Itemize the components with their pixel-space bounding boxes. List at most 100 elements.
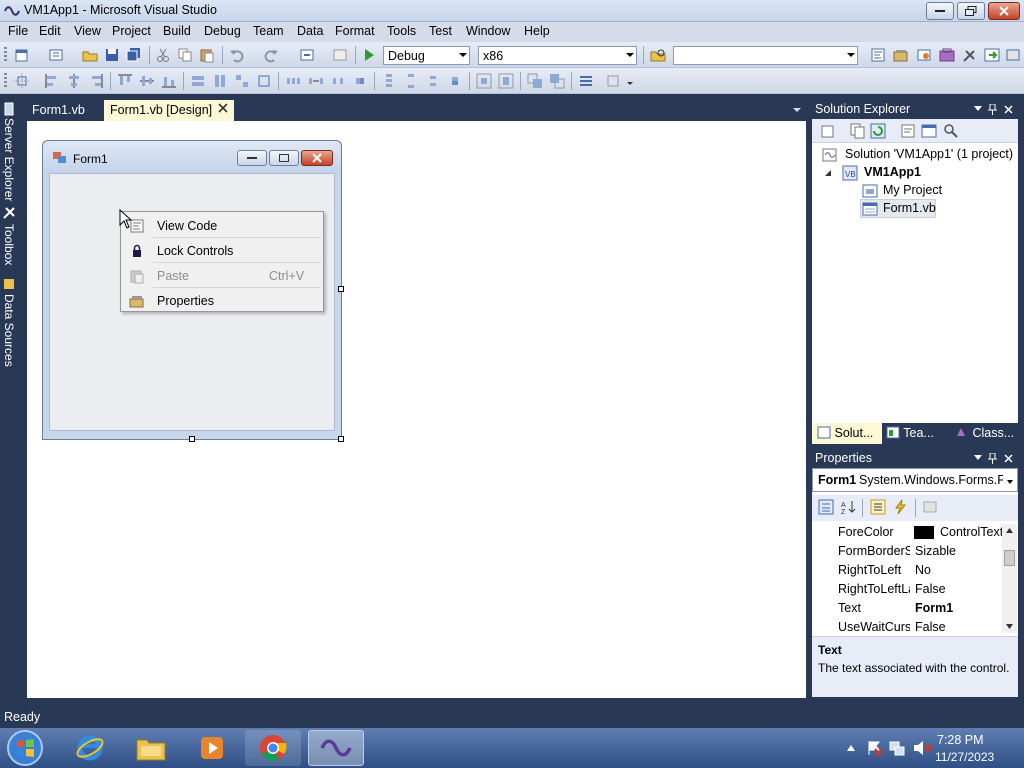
tree-item-solution[interactable]: Solution 'VM1App1' (1 project) [845,147,1013,161]
menu-test[interactable]: Test [429,24,452,38]
menu-project[interactable]: Project [112,24,151,38]
property-row-formborderstyle[interactable]: FormBorderStyle Sizable [812,542,1002,561]
pane-menu-icon[interactable] [974,106,982,112]
toolbox-tab[interactable]: Toolbox [2,224,16,272]
tab-order-icon[interactable] [578,73,594,89]
properties-view-icon[interactable] [870,499,886,515]
extension-icon[interactable] [1005,47,1021,63]
close-button[interactable] [988,2,1020,20]
form-close-button[interactable] [301,150,333,166]
view-code-icon[interactable] [900,123,916,139]
add-item-icon[interactable] [48,47,64,63]
maximize-button[interactable] [957,2,985,20]
resize-handle-right[interactable] [338,286,344,292]
property-row-righttoleft[interactable]: RightToLeft No [812,561,1002,580]
align-lefts-icon[interactable] [44,73,60,89]
property-row-text[interactable]: Text Form1 [812,599,1002,618]
align-centers-icon[interactable] [66,73,82,89]
vertical-spacing-equal-icon[interactable] [381,73,397,89]
paste-icon[interactable] [199,47,215,63]
view-class-diagram-icon[interactable] [943,123,959,139]
property-row-forecolor[interactable]: ForeColor ControlText [812,523,1002,542]
menu-team[interactable]: Team [253,24,284,38]
alphabetical-icon[interactable]: AZ [840,499,856,515]
taskbar-internet-explorer[interactable] [62,730,118,766]
menu-item-lock-controls[interactable]: Lock Controls [121,239,323,262]
toolbox-window-icon[interactable] [939,47,955,63]
save-all-icon[interactable] [126,47,142,63]
menu-build[interactable]: Build [163,24,191,38]
cut-icon[interactable] [155,47,171,63]
toolbar-grip[interactable] [4,73,7,89]
increase-horizontal-spacing-icon[interactable] [308,73,324,89]
view-designer-icon[interactable] [921,123,937,139]
tools-icon[interactable] [962,47,978,63]
scroll-down-icon[interactable] [1006,624,1013,629]
open-folder-icon[interactable] [82,47,98,63]
start-button[interactable] [6,729,44,767]
find-in-files-icon[interactable] [650,47,666,63]
align-tops-icon[interactable] [117,73,133,89]
object-browser-icon[interactable] [916,47,932,63]
menu-data[interactable]: Data [297,24,323,38]
form-maximize-button[interactable] [269,150,299,166]
properties-icon[interactable] [820,123,836,139]
close-icon[interactable] [217,102,229,114]
start-debugging-icon[interactable] [361,47,377,63]
menu-help[interactable]: Help [524,24,550,38]
decrease-horizontal-spacing-icon[interactable] [330,73,346,89]
find-combo[interactable] [673,46,858,65]
scroll-thumb[interactable] [1004,550,1015,566]
clock-date[interactable]: 11/27/2023 [935,750,994,764]
property-pages-icon[interactable] [922,499,938,515]
toolbar-grip[interactable] [4,47,7,63]
taskbar-chrome[interactable] [245,730,301,766]
tab-form1-vb[interactable]: Form1.vb [26,100,104,121]
tree-item-project[interactable]: VM1App1 [864,165,921,179]
menu-file[interactable]: File [8,24,28,38]
network-icon[interactable] [888,739,906,757]
copy-icon[interactable] [177,47,193,63]
navigate-backward-icon[interactable] [300,47,316,63]
refresh-icon[interactable] [870,123,886,139]
taskbar-visual-studio[interactable] [308,730,364,766]
navigate-forward-icon[interactable] [333,47,349,63]
clock-time[interactable]: 7:28 PM [937,733,984,747]
make-same-size-icon[interactable] [234,73,250,89]
pane-menu-icon[interactable] [974,455,982,461]
align-rights-icon[interactable] [88,73,104,89]
categorized-icon[interactable] [818,499,834,515]
tab-solution-explorer[interactable]: Solut... [812,423,882,444]
undo-icon[interactable] [229,47,245,63]
action-center-icon[interactable] [866,739,884,757]
close-icon[interactable] [1004,105,1013,114]
scroll-up-icon[interactable] [1006,528,1013,533]
decrease-vertical-spacing-icon[interactable] [425,73,441,89]
show-hidden-icons-icon[interactable] [847,745,855,751]
horizontal-spacing-equal-icon[interactable] [286,73,302,89]
lock-controls-icon[interactable] [606,73,622,89]
menu-edit[interactable]: Edit [39,24,61,38]
save-icon[interactable] [104,47,120,63]
start-page-icon[interactable] [984,47,1000,63]
object-selector[interactable]: Form1 System.Windows.Forms.Fo [812,468,1018,492]
minimize-button[interactable] [926,2,954,20]
properties-window-icon[interactable] [893,47,909,63]
make-same-height-icon[interactable] [212,73,228,89]
tab-class-view[interactable]: Class... [953,423,1018,444]
add-project-icon[interactable] [14,47,30,63]
platform-select[interactable]: x86 [478,46,637,65]
center-horizontally-icon[interactable] [476,73,492,89]
tree-item-form1-vb[interactable]: Form1.vb [883,201,936,215]
menu-item-paste[interactable]: Paste Ctrl+V [121,264,323,287]
events-icon[interactable] [893,499,909,515]
solution-explorer-icon[interactable] [870,47,886,63]
menu-item-view-code[interactable]: View Code [121,214,323,237]
align-bottoms-icon[interactable] [161,73,177,89]
center-vertically-icon[interactable] [498,73,514,89]
property-row-usewaitcursor[interactable]: UseWaitCursor False [812,618,1002,637]
menu-debug[interactable]: Debug [204,24,241,38]
property-row-righttoleftlayout[interactable]: RightToLeftLayout False [812,580,1002,599]
properties-scrollbar[interactable] [1002,524,1017,633]
pin-icon[interactable] [988,453,997,464]
